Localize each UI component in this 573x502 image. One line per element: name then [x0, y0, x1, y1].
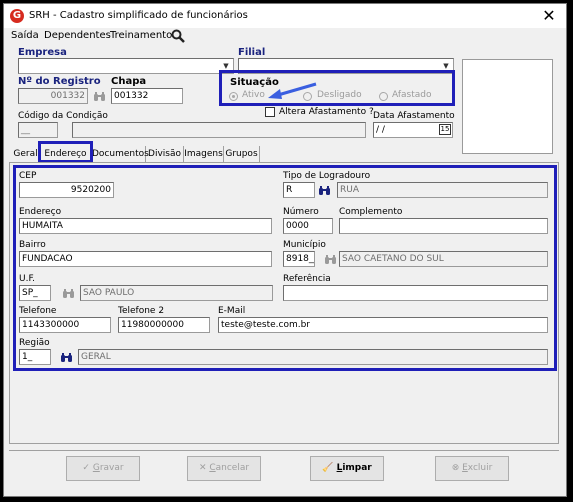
delete-icon: ⊗ — [451, 463, 463, 473]
binoculars-icon[interactable] — [60, 352, 73, 363]
empresa-label: Empresa — [18, 47, 67, 58]
chapa-label: Chapa — [111, 76, 147, 87]
gravar-button[interactable]: ✓ Gravar — [66, 456, 140, 481]
tab-divisao[interactable]: Divisão — [146, 146, 184, 162]
tab-imagens[interactable]: Imagens — [184, 146, 224, 162]
cancel-icon: ✕ — [198, 463, 210, 473]
binoculars-icon[interactable] — [62, 288, 75, 299]
telefone2-label: Telefone 2 — [118, 306, 165, 316]
employee-photo[interactable] — [462, 59, 553, 154]
data-afastamento-value: / / — [376, 125, 385, 135]
numero-label: Número — [283, 207, 319, 217]
telefone-label: Telefone — [19, 306, 57, 316]
tipo-logradouro-code[interactable]: R — [283, 182, 315, 198]
situacao-highlight — [219, 70, 455, 106]
main-window: G SRH - Cadastro simplificado de funcion… — [3, 3, 567, 497]
close-icon[interactable]: ✕ — [539, 6, 559, 26]
tab-geral[interactable]: Geral — [12, 146, 40, 162]
excluir-label: xcluir — [467, 463, 493, 473]
tab-grupos[interactable]: Grupos — [224, 146, 260, 162]
complemento-input[interactable] — [339, 218, 548, 234]
uf-desc: SAO PAULO — [80, 285, 273, 301]
codigo-condicao-label: Código da Condição — [18, 111, 108, 121]
uf-label: U.F. — [19, 274, 36, 284]
regiao-label: Região — [19, 338, 50, 348]
limpar-button[interactable]: 🧹 Limpar — [310, 456, 384, 481]
email-label: E-Mail — [218, 306, 246, 316]
radio-ativo[interactable] — [229, 92, 238, 101]
endereco-label: Endereço — [19, 207, 62, 217]
bairro-label: Bairro — [19, 240, 46, 250]
endereco-input[interactable]: HUMAITA — [19, 218, 272, 234]
radio-ativo-label: Ativo — [242, 90, 265, 100]
app-logo-icon: G — [10, 9, 24, 23]
altera-afastamento-checkbox[interactable] — [265, 107, 275, 117]
menu-treinamento[interactable]: Treinamento — [110, 28, 172, 44]
arrow-pointer-icon — [268, 82, 317, 99]
municipio-desc: SAO CAETANO DO SUL — [339, 251, 548, 267]
tipo-logradouro-label: Tipo de Logradouro — [283, 171, 371, 181]
cancelar-button[interactable]: ✕ Cancelar — [187, 456, 261, 481]
radio-afastado-label: Afastado — [392, 90, 432, 100]
tab-endereco-highlight — [38, 141, 93, 163]
cep-label: CEP — [19, 171, 37, 181]
data-afastamento-label: Data Afastamento — [373, 111, 455, 121]
registro-field: 001332 — [18, 88, 88, 104]
menu-bar: Saída Dependentes Treinamento — [4, 28, 566, 44]
binoculars-icon[interactable] — [324, 254, 337, 265]
broom-icon: 🧹 — [322, 463, 337, 473]
cancelar-label: ancelar — [215, 463, 250, 473]
cep-input[interactable]: 9520200 — [19, 182, 114, 198]
municipio-code[interactable]: 8918__ — [283, 251, 315, 267]
binoculars-icon[interactable] — [93, 91, 106, 102]
gravar-accesskey: G — [92, 463, 100, 473]
title-bar: G SRH - Cadastro simplificado de funcion… — [4, 4, 566, 28]
registro-label: Nº do Registro — [18, 76, 101, 87]
gravar-label: ravar — [99, 463, 124, 473]
excluir-button[interactable]: ⊗ Excluir — [435, 456, 509, 481]
complemento-label: Complemento — [339, 207, 403, 217]
municipio-label: Município — [283, 240, 326, 250]
radio-desligado-label: Desligado — [317, 90, 362, 100]
footer-divider — [9, 450, 559, 451]
referencia-input[interactable] — [283, 285, 548, 301]
regiao-desc: GERAL — [78, 349, 548, 365]
altera-afastamento-label: Altera Afastamento ? — [279, 107, 374, 117]
window-title: SRH - Cadastro simplificado de funcionár… — [29, 10, 248, 21]
referencia-label: Referência — [283, 274, 331, 284]
limpar-label: impar — [342, 463, 372, 473]
numero-input[interactable]: 0000 — [283, 218, 333, 234]
menu-saida[interactable]: Saída — [11, 28, 39, 44]
telefone-input[interactable]: 1143300000 — [19, 317, 111, 333]
tab-documentos[interactable]: Documentos — [92, 146, 149, 162]
filial-label: Filial — [238, 47, 266, 58]
codigo-condicao-field: __ — [18, 122, 58, 138]
email-input[interactable]: teste@teste.com.br — [218, 317, 548, 333]
radio-afastado[interactable] — [379, 92, 388, 101]
tipo-logradouro-desc: RUA — [337, 182, 548, 198]
chapa-input[interactable]: 001332 — [111, 88, 183, 104]
empresa-select[interactable]: ▼ — [18, 58, 234, 74]
calendar-icon[interactable]: 15 — [439, 124, 451, 135]
regiao-code[interactable]: 1_ — [19, 349, 51, 365]
menu-dependentes[interactable]: Dependentes — [44, 28, 111, 44]
bairro-input[interactable]: FUNDACAO — [19, 251, 272, 267]
binoculars-icon[interactable] — [318, 185, 331, 196]
codigo-condicao-desc — [72, 122, 366, 138]
uf-code[interactable]: SP_ — [19, 285, 51, 301]
check-icon: ✓ — [82, 463, 93, 473]
search-icon[interactable] — [171, 29, 185, 43]
telefone2-input[interactable]: 11980000000 — [118, 317, 210, 333]
